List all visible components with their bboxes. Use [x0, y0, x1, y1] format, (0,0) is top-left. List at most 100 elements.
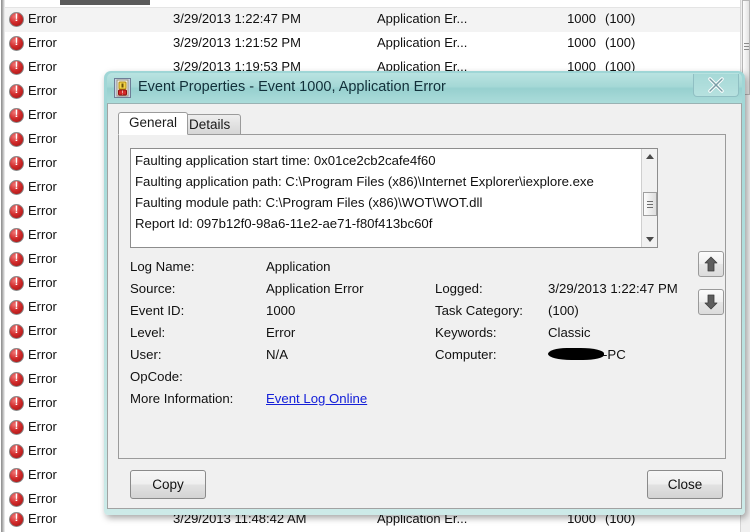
error-icon	[9, 371, 24, 387]
row-level: Error	[28, 491, 57, 506]
row-level: Error	[28, 511, 57, 526]
row-category: (100)	[605, 35, 636, 50]
event-properties-icon: !	[114, 78, 131, 98]
error-icon	[9, 107, 24, 123]
error-icon	[9, 131, 24, 147]
level-value: Error	[266, 325, 296, 340]
table-row[interactable]: Error 3/29/2013 1:21:52 PM Application E…	[5, 32, 740, 56]
row-source: Application Er...	[377, 11, 468, 26]
error-icon	[9, 59, 24, 75]
property-row-more-information: More Information: Event Log Online	[130, 391, 710, 413]
row-level: Error	[28, 11, 57, 26]
row-level: Error	[28, 179, 57, 194]
svg-text:!: !	[121, 90, 123, 96]
row-level: Error	[28, 299, 57, 314]
keywords-value: Classic	[548, 325, 591, 340]
error-icon	[9, 491, 24, 507]
row-date: 3/29/2013 1:21:52 PM	[173, 35, 301, 50]
row-level: Error	[28, 35, 57, 50]
computer-value: -PC	[548, 347, 626, 362]
error-icon	[9, 11, 24, 27]
property-row-event-id: Event ID: 1000 Task Category: (100)	[130, 303, 710, 325]
error-icon	[9, 323, 24, 339]
property-row-user: User: N/A Computer: -PC	[130, 347, 710, 369]
dialog-title: Event Properties - Event 1000, Applicati…	[138, 79, 446, 95]
list-column-header-sliver	[5, 0, 740, 8]
keywords-label: Keywords:	[435, 325, 497, 340]
scrollbar-grip-icon	[647, 201, 653, 208]
error-icon	[9, 251, 24, 267]
error-icon	[9, 347, 24, 363]
event-log-online-link[interactable]: Event Log Online	[266, 391, 367, 406]
event-description-box[interactable]: Faulting application start time: 0x01ce2…	[130, 148, 658, 248]
user-label: User:	[130, 347, 162, 362]
row-level: Error	[28, 155, 57, 170]
description-scrollbar-thumb[interactable]	[643, 192, 657, 216]
level-label: Level:	[130, 325, 166, 340]
close-icon[interactable]	[693, 74, 739, 97]
row-level: Error	[28, 203, 57, 218]
row-level: Error	[28, 395, 57, 410]
more-information-label: More Information:	[130, 391, 234, 406]
row-level: Error	[28, 131, 57, 146]
error-icon	[9, 275, 24, 291]
computer-name-suffix: -PC	[603, 347, 626, 362]
row-level: Error	[28, 83, 57, 98]
logged-label: Logged:	[435, 281, 483, 296]
dialog-title-bar[interactable]: ! Event Properties - Event 1000, Applica…	[107, 73, 742, 103]
row-level: Error	[28, 323, 57, 338]
row-level: Error	[28, 443, 57, 458]
dialog-body: General Details Faulting application sta…	[107, 103, 742, 509]
row-event-id: 1000	[567, 35, 596, 50]
error-icon	[9, 227, 24, 243]
error-icon	[9, 83, 24, 99]
row-level: Error	[28, 251, 57, 266]
scroll-down-icon[interactable]	[642, 231, 657, 247]
copy-button[interactable]: Copy	[130, 470, 206, 499]
row-level: Error	[28, 227, 57, 242]
event-properties-dialog: ! Event Properties - Event 1000, Applica…	[104, 71, 745, 515]
task-category-label: Task Category:	[435, 303, 523, 318]
row-level: Error	[28, 59, 57, 74]
general-tab-panel: Faulting application start time: 0x01ce2…	[118, 134, 726, 459]
error-icon	[9, 179, 24, 195]
task-category-value: (100)	[548, 303, 579, 318]
description-scrollbar[interactable]	[641, 149, 657, 247]
scroll-up-icon[interactable]	[642, 149, 657, 165]
error-icon	[9, 467, 24, 483]
row-level: Error	[28, 467, 57, 482]
opcode-label: OpCode:	[130, 369, 183, 384]
error-icon	[9, 443, 24, 459]
error-icon	[9, 35, 24, 51]
next-event-button[interactable]	[698, 289, 724, 315]
row-level: Error	[28, 107, 57, 122]
row-level: Error	[28, 275, 57, 290]
event-id-label: Event ID:	[130, 303, 185, 318]
property-row-opcode: OpCode:	[130, 369, 710, 391]
error-icon	[9, 419, 24, 435]
event-id-value: 1000	[266, 303, 296, 318]
error-icon	[9, 203, 24, 219]
computer-label: Computer:	[435, 347, 497, 362]
row-source: Application Er...	[377, 35, 468, 50]
property-row-level: Level: Error Keywords: Classic	[130, 325, 710, 347]
error-icon	[9, 299, 24, 315]
row-level: Error	[28, 347, 57, 362]
source-value: Application Error	[266, 281, 364, 296]
logged-value: 3/29/2013 1:22:47 PM	[548, 281, 678, 296]
event-description-text: Faulting application start time: 0x01ce2…	[135, 153, 594, 231]
log-name-label: Log Name:	[130, 259, 195, 274]
row-category: (100)	[605, 11, 636, 26]
redaction-bar	[548, 348, 604, 360]
previous-event-button[interactable]	[698, 251, 724, 277]
tab-strip: General Details	[118, 112, 726, 135]
user-value: N/A	[266, 347, 288, 362]
property-row-log-name: Log Name: Application	[130, 259, 710, 281]
log-name-value: Application	[266, 259, 331, 274]
error-icon	[9, 395, 24, 411]
close-button[interactable]: Close	[647, 470, 723, 499]
tab-general[interactable]: General	[118, 112, 189, 135]
table-row[interactable]: Error 3/29/2013 1:22:47 PM Application E…	[5, 8, 740, 32]
row-level: Error	[28, 419, 57, 434]
event-properties-grid: Log Name: Application Source: Applicatio…	[130, 259, 710, 413]
